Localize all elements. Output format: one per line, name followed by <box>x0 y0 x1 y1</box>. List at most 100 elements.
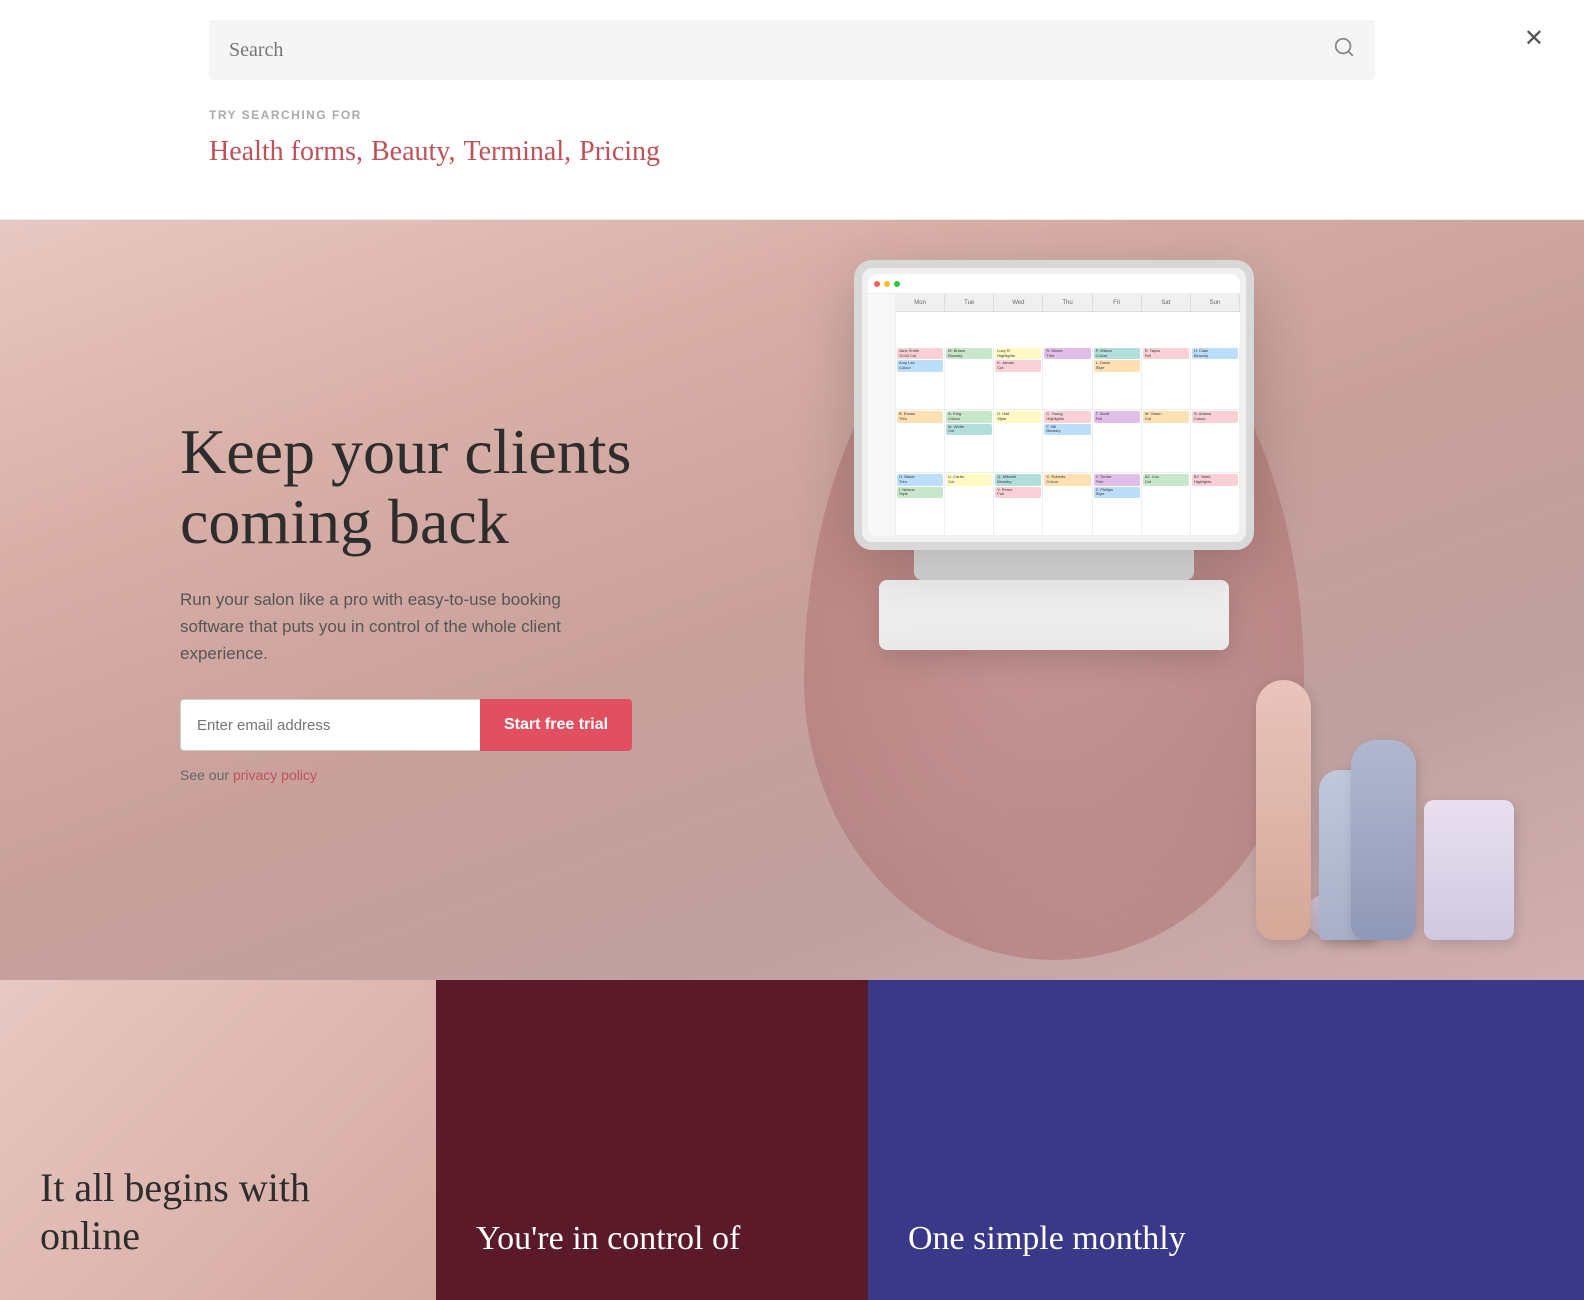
cal-cell: W. GreenCut <box>1142 410 1191 473</box>
calendar-event: P. WilsonColour <box>1094 348 1140 360</box>
suggestion-pricing[interactable]: Pricing <box>579 136 660 168</box>
tablet-base <box>879 580 1229 650</box>
close-button[interactable]: ✕ <box>1524 24 1544 53</box>
calendar-event: B. EvansTrim <box>897 411 943 423</box>
calendar-event: Lucy R.Highlights <box>995 348 1041 360</box>
search-bar <box>209 20 1375 80</box>
col-header-6: Sat <box>1142 294 1191 312</box>
calendar-event: A2. CoxCut <box>1143 474 1189 486</box>
cal-cell: Lucy R.Highlights K. JamesCut <box>994 347 1043 410</box>
col-header-4: Thu <box>1043 294 1092 312</box>
calendar-event: K. JamesCut <box>995 360 1041 372</box>
cal-cell: B2. WardHighlights <box>1191 473 1240 536</box>
calendar-event: A. KingColour <box>946 411 992 423</box>
cal-cell: R. TaylorFull <box>1142 347 1191 410</box>
calendar-body: Mon Tue Wed Thu Fri Sat Sun Jane Smith10… <box>868 294 1240 536</box>
cal-cell: B. EvansTrim <box>896 410 945 473</box>
calendar-event: H. ClarkBlowdry <box>1192 348 1238 360</box>
try-label: TRY SEARCHING FOR <box>209 108 1375 122</box>
tablet-outer: Mon Tue Wed Thu Fri Sat Sun Jane Smith10… <box>854 260 1254 550</box>
hero-image-area: Mon Tue Wed Thu Fri Sat Sun Jane Smith10… <box>804 220 1584 980</box>
start-free-trial-button[interactable]: Start free trial <box>480 699 632 751</box>
search-overlay: ✕ TRY SEARCHING FOR Health forms, Beauty… <box>0 0 1584 220</box>
cal-cell: H. ClarkBlowdry <box>1191 347 1240 410</box>
search-icon <box>1333 36 1355 64</box>
search-input[interactable] <box>229 39 1333 62</box>
suggestion-beauty[interactable]: Beauty, <box>371 136 456 168</box>
privacy-note: See our privacy policy <box>180 767 632 783</box>
calendar-event: Y. TurnerTrim <box>1094 474 1140 486</box>
calendar-event: Amy LeeColour <box>897 360 943 372</box>
dot-yellow <box>884 281 890 287</box>
hero-content: Keep your clients coming back Run your s… <box>180 337 632 863</box>
product-tall-bottle <box>1256 680 1311 940</box>
bottom-right-title: One simple monthly <box>908 1219 1186 1260</box>
cal-cell: N. AdamsColour <box>1191 410 1240 473</box>
calendar-event: U. CarterCut <box>946 474 992 486</box>
calendar-event: N. AdamsColour <box>1192 411 1238 423</box>
bottom-section: It all begins with online You're in cont… <box>0 980 1584 1300</box>
cal-cell: A2. CoxCut <box>1142 473 1191 536</box>
cal-cell: T. ScottFull <box>1093 410 1142 473</box>
cta-row: Start free trial <box>180 699 632 751</box>
cal-cell: A. KingColour M. WhiteCut <box>945 410 994 473</box>
calendar-event: R. TaylorFull <box>1143 348 1189 360</box>
hero-section: Keep your clients coming back Run your s… <box>0 220 1584 980</box>
calendar-event: M. BrownBlowdry <box>946 348 992 360</box>
calendar-event: B2. WardHighlights <box>1192 474 1238 486</box>
product-med-bottle <box>1351 740 1416 940</box>
calendar-sidebar <box>868 294 896 536</box>
calendar-event: X. RobertsColour <box>1044 474 1090 486</box>
col-header-5: Fri <box>1093 294 1142 312</box>
cal-cell: C. YoungHighlights F. HillBlowdry <box>1043 410 1092 473</box>
cal-cell: Jane Smith10:00 Cut Amy LeeColour <box>896 347 945 410</box>
cal-cell: M. BrownBlowdry <box>945 347 994 410</box>
bottom-center-title: You're in control of <box>476 1219 740 1260</box>
calendar-event: Jane Smith10:00 Cut <box>897 348 943 360</box>
calendar-event: S. MooreTrim <box>1044 348 1090 360</box>
search-suggestions: Health forms, Beauty, Terminal, Pricing <box>209 136 1375 168</box>
calendar-event: Q. MitchellBlowdry <box>995 474 1041 486</box>
calendar-grid: Mon Tue Wed Thu Fri Sat Sun Jane Smith10… <box>896 294 1240 536</box>
suggestion-health-forms[interactable]: Health forms, <box>209 136 363 168</box>
calendar-event: L. DavisStyle <box>1094 360 1140 372</box>
cal-cell: Y. TurnerTrim Z. PhillipsStyle <box>1093 473 1142 536</box>
cal-cell: O. BakerTrim I. NelsonStyle <box>896 473 945 536</box>
cal-cell: P. WilsonColour L. DavisStyle <box>1093 347 1142 410</box>
hero-subtitle: Run your salon like a pro with easy-to-u… <box>180 586 620 668</box>
bottom-left-title: It all begins with online <box>40 1164 396 1260</box>
dot-green <box>894 281 900 287</box>
dot-red <box>874 281 880 287</box>
tablet-stand <box>914 550 1194 580</box>
calendar-event: I. NelsonStyle <box>897 487 943 499</box>
calendar-event: M. WhiteCut <box>946 424 992 436</box>
tablet-screen: Mon Tue Wed Thu Fri Sat Sun Jane Smith10… <box>868 274 1240 536</box>
suggestion-terminal[interactable]: Terminal, <box>463 136 571 168</box>
product-right <box>1351 740 1514 940</box>
col-header-7: Sun <box>1191 294 1240 312</box>
cal-cell: Q. MitchellBlowdry V. PerezFull <box>994 473 1043 536</box>
calendar-event: W. GreenCut <box>1143 411 1189 423</box>
product-cream-jar <box>1424 800 1514 940</box>
bottom-center-card: You're in control of <box>436 980 868 1300</box>
bottom-right-card: One simple monthly <box>868 980 1584 1300</box>
calendar-event: O. BakerTrim <box>897 474 943 486</box>
products-area <box>1284 580 1584 980</box>
bottom-left-card: It all begins with online <box>0 980 436 1300</box>
calendar-header <box>868 274 1240 294</box>
products-wrapper <box>1284 580 1574 960</box>
privacy-policy-link[interactable]: privacy policy <box>233 767 317 783</box>
calendar-event: F. HillBlowdry <box>1044 424 1090 436</box>
tablet-mockup: Mon Tue Wed Thu Fri Sat Sun Jane Smith10… <box>854 260 1254 650</box>
hero-title: Keep your clients coming back <box>180 417 632 558</box>
cal-cell: U. CarterCut <box>945 473 994 536</box>
calendar-event: D. HallStyle <box>995 411 1041 423</box>
calendar-event: Z. PhillipsStyle <box>1094 487 1140 499</box>
cal-cell: S. MooreTrim <box>1043 347 1092 410</box>
email-field[interactable] <box>180 699 480 751</box>
col-header-2: Tue <box>945 294 994 312</box>
calendar-grid-area: Mon Tue Wed Thu Fri Sat Sun Jane Smith10… <box>896 294 1240 536</box>
calendar-event: T. ScottFull <box>1094 411 1140 423</box>
cal-cell: D. HallStyle <box>994 410 1043 473</box>
cal-cell: X. RobertsColour <box>1043 473 1092 536</box>
